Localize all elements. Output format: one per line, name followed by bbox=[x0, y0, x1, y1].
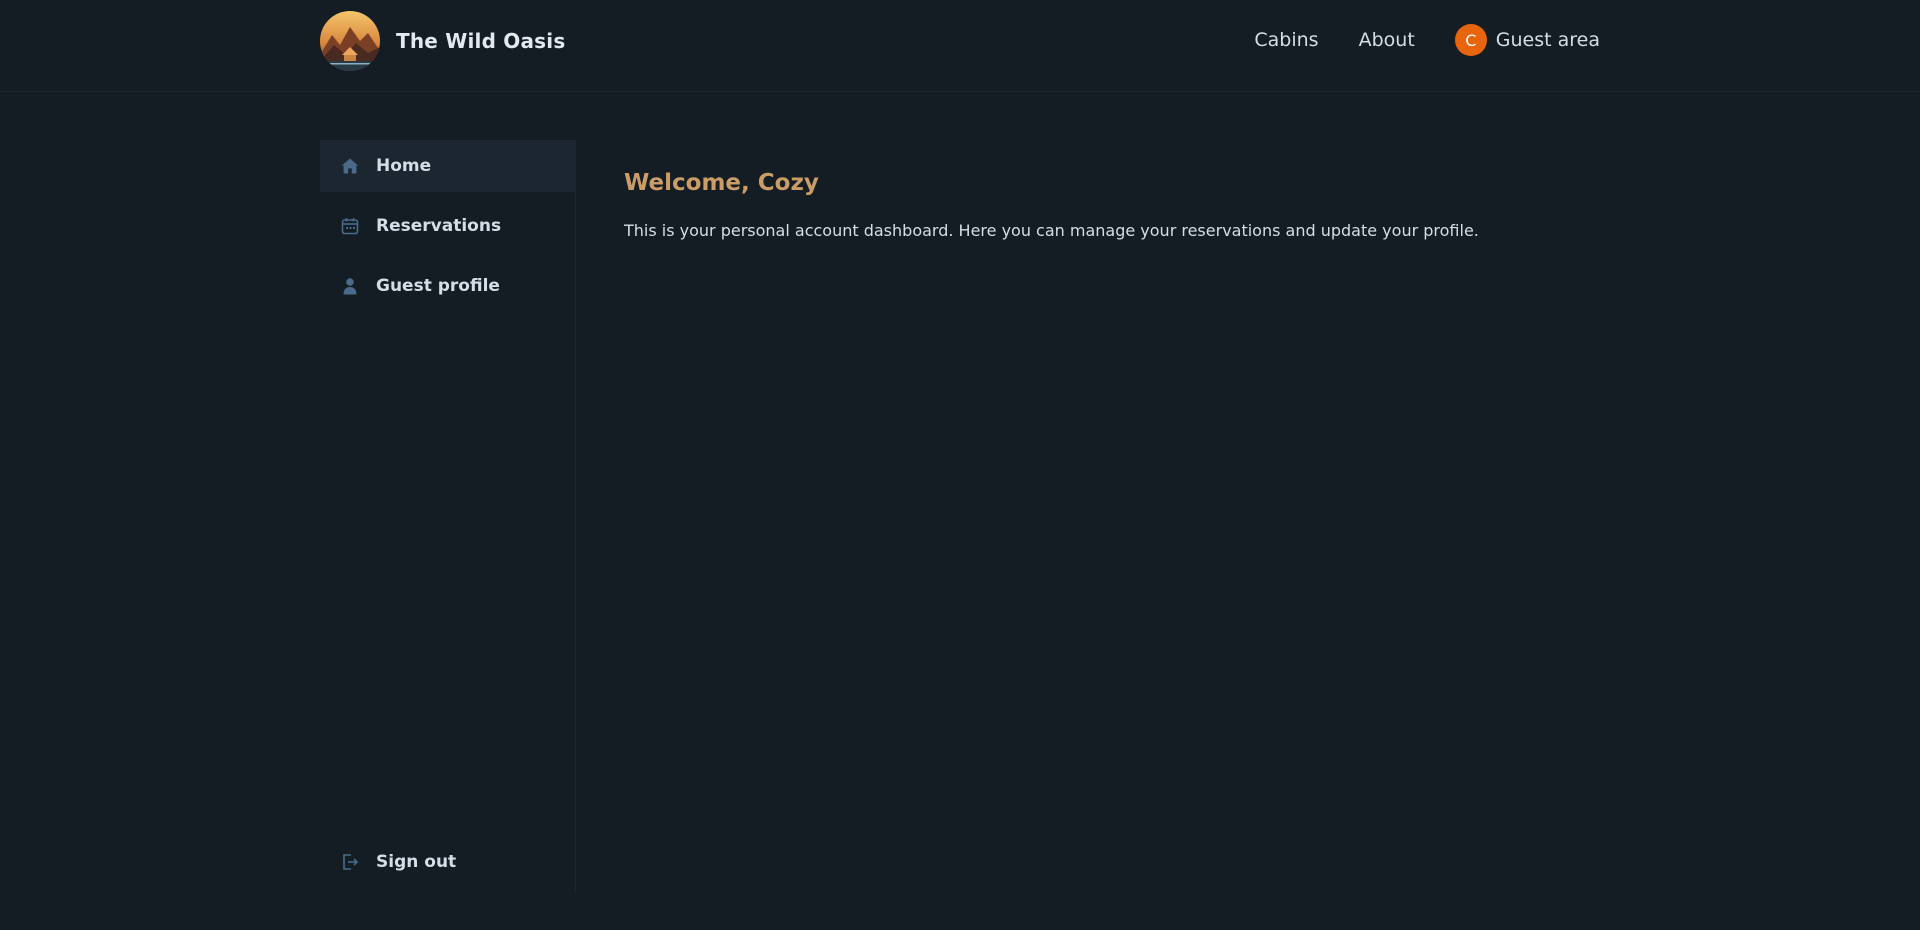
sidebar-item-home[interactable]: Home bbox=[320, 140, 575, 192]
user-icon bbox=[340, 276, 360, 296]
home-icon bbox=[340, 156, 360, 176]
account-sidebar: Home Reservations Guest profile Sign out bbox=[320, 140, 576, 892]
brand-name: The Wild Oasis bbox=[396, 29, 566, 53]
nav-about-link[interactable]: About bbox=[1359, 29, 1415, 51]
sign-out-button[interactable]: Sign out bbox=[320, 836, 575, 888]
avatar: C bbox=[1454, 24, 1487, 56]
logo-image bbox=[320, 11, 380, 71]
nav-guest-area-link[interactable]: C Guest area bbox=[1454, 24, 1600, 56]
sidebar-item-reservations[interactable]: Reservations bbox=[320, 200, 575, 252]
sign-out-label: Sign out bbox=[376, 852, 457, 872]
guest-area-label: Guest area bbox=[1495, 29, 1600, 51]
main-nav: Cabins About C Guest area bbox=[1214, 22, 1600, 58]
sign-out-icon bbox=[340, 852, 360, 872]
dashboard-intro: This is your personal account dashboard.… bbox=[624, 221, 1479, 240]
sidebar-item-guest-profile[interactable]: Guest profile bbox=[320, 260, 575, 312]
sidebar-item-label: Guest profile bbox=[376, 276, 500, 296]
account-main: Welcome, Cozy This is your personal acco… bbox=[624, 140, 1600, 242]
site-header: The Wild Oasis Cabins About C Guest area bbox=[0, 0, 1920, 92]
logo-link[interactable]: The Wild Oasis bbox=[320, 11, 565, 71]
sidebar-item-label: Reservations bbox=[376, 216, 502, 236]
calendar-icon bbox=[340, 216, 360, 236]
page-title: Welcome, Cozy bbox=[624, 170, 819, 196]
nav-cabins-link[interactable]: Cabins bbox=[1254, 29, 1318, 51]
sidebar-item-label: Home bbox=[376, 156, 432, 176]
